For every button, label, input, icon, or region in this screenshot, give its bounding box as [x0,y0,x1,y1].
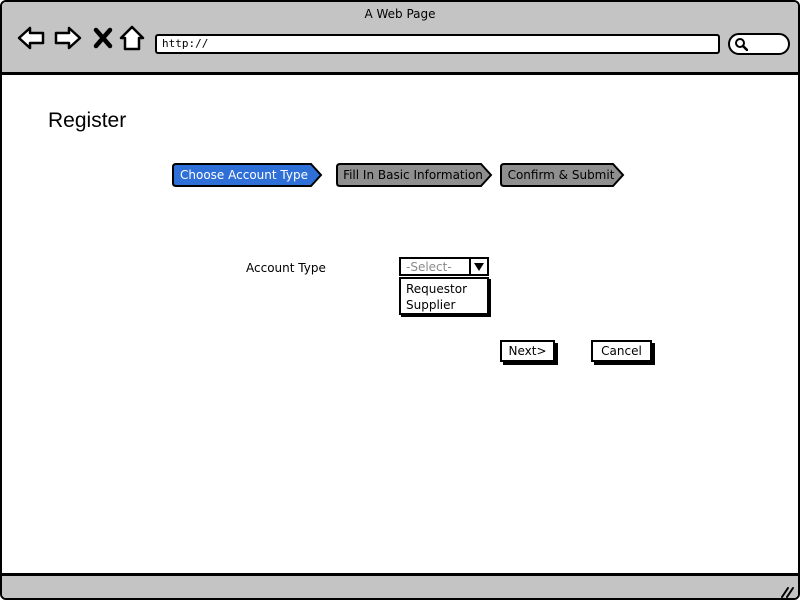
option-supplier[interactable]: Supplier [406,298,455,312]
browser-search-box[interactable] [728,33,790,55]
url-input[interactable]: http:// [155,34,720,54]
forward-icon[interactable] [54,24,82,52]
account-type-select[interactable]: -Select- [399,257,489,276]
step-label: Choose Account Type [180,168,308,182]
next-button[interactable]: Next> [500,340,555,362]
status-bar [2,573,798,598]
browser-toolbar: A Web Page http:// [2,2,798,75]
resize-grip-icon[interactable] [780,586,794,598]
account-type-label: Account Type [246,261,326,275]
account-type-options: Requestor Supplier [399,277,489,315]
step-fill-in-basic-information[interactable]: Fill In Basic Information [335,163,493,187]
back-icon[interactable] [17,24,45,52]
home-icon[interactable] [119,24,147,52]
search-icon [735,38,748,51]
cancel-button[interactable]: Cancel [591,340,652,362]
step-confirm-submit[interactable]: Confirm & Submit [499,163,625,187]
dropdown-button[interactable] [469,259,487,274]
window-title: A Web Page [364,7,436,21]
browser-window: A Web Page http:// Register Choose Accou… [0,0,800,600]
page-title: Register [48,109,127,132]
select-value: -Select- [406,260,452,274]
step-label: Fill In Basic Information [343,168,483,182]
step-label: Confirm & Submit [507,168,615,182]
option-requestor[interactable]: Requestor [406,282,467,296]
step-choose-account-type[interactable]: Choose Account Type [171,163,323,187]
stop-icon[interactable] [93,24,121,52]
chevron-down-icon [474,263,484,271]
